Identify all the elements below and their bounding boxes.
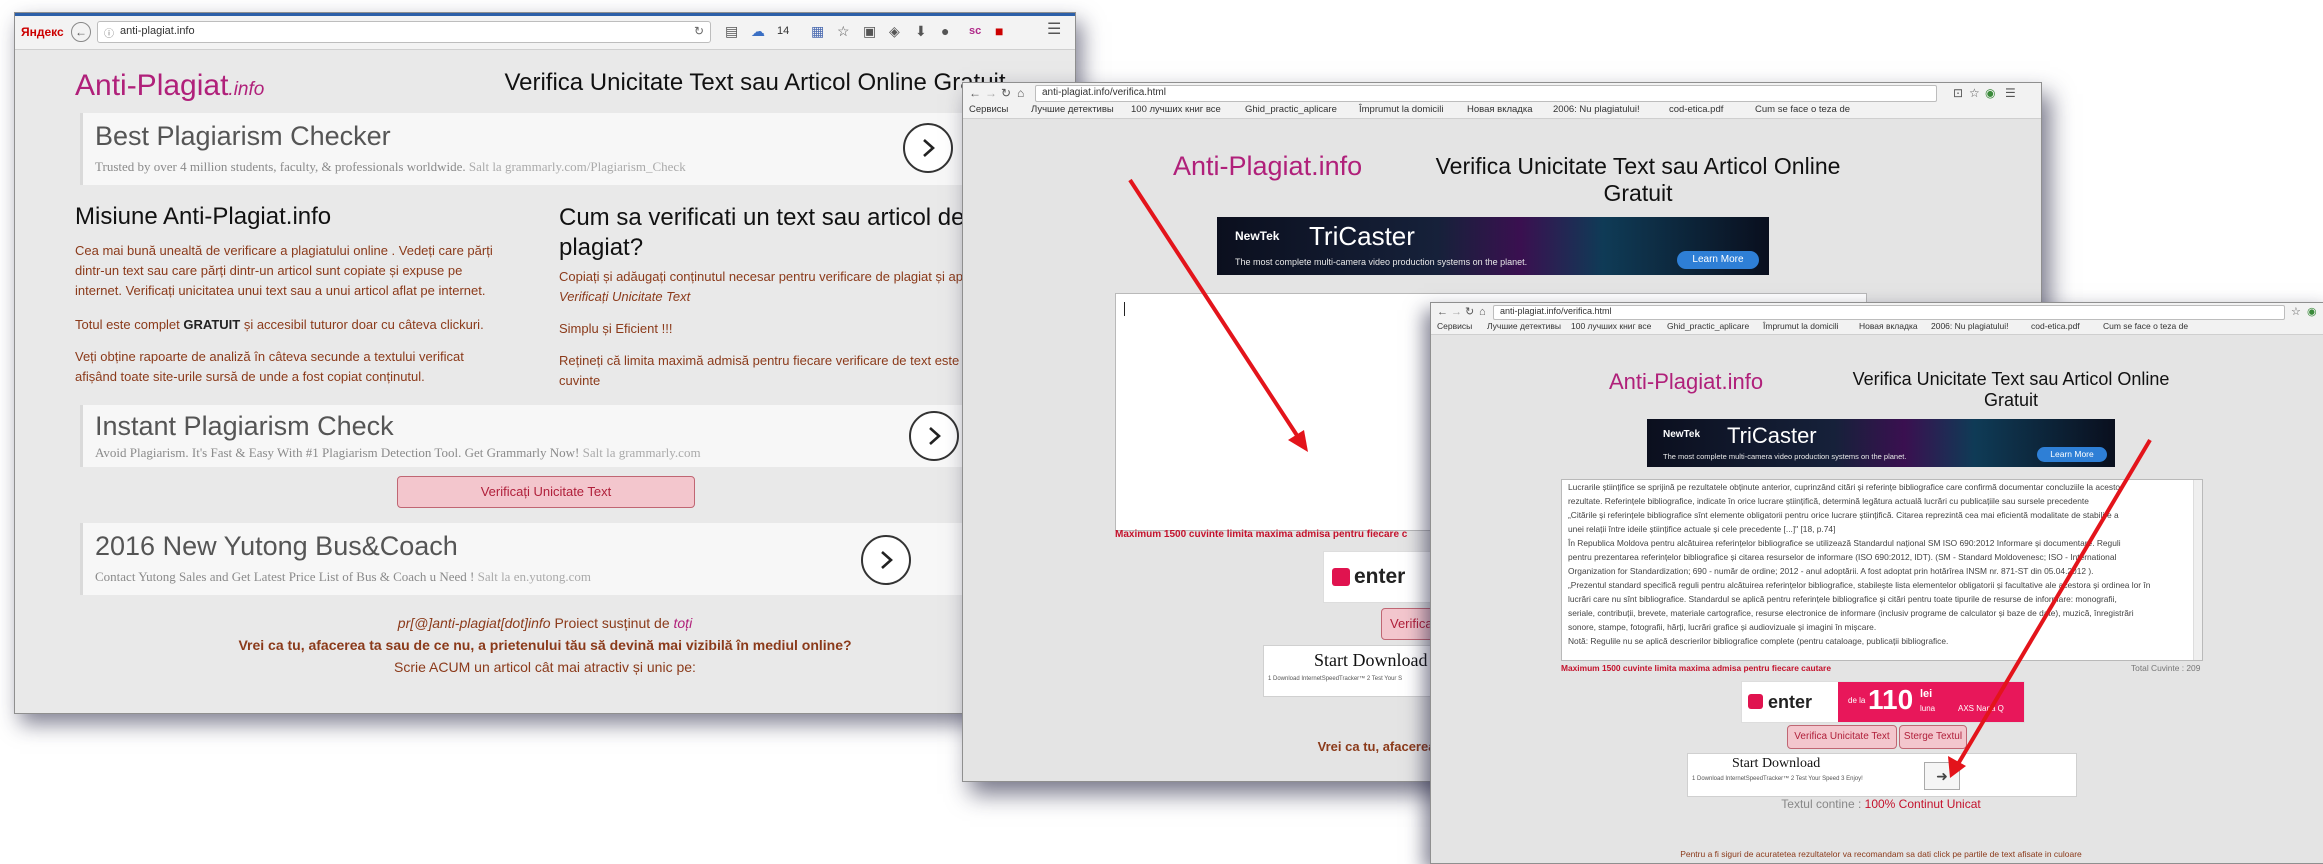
annotation-arrow-2 [1948, 438, 2152, 778]
annotation-arrows [1128, 178, 2152, 778]
annotation-arrow-1 [1128, 178, 1308, 452]
